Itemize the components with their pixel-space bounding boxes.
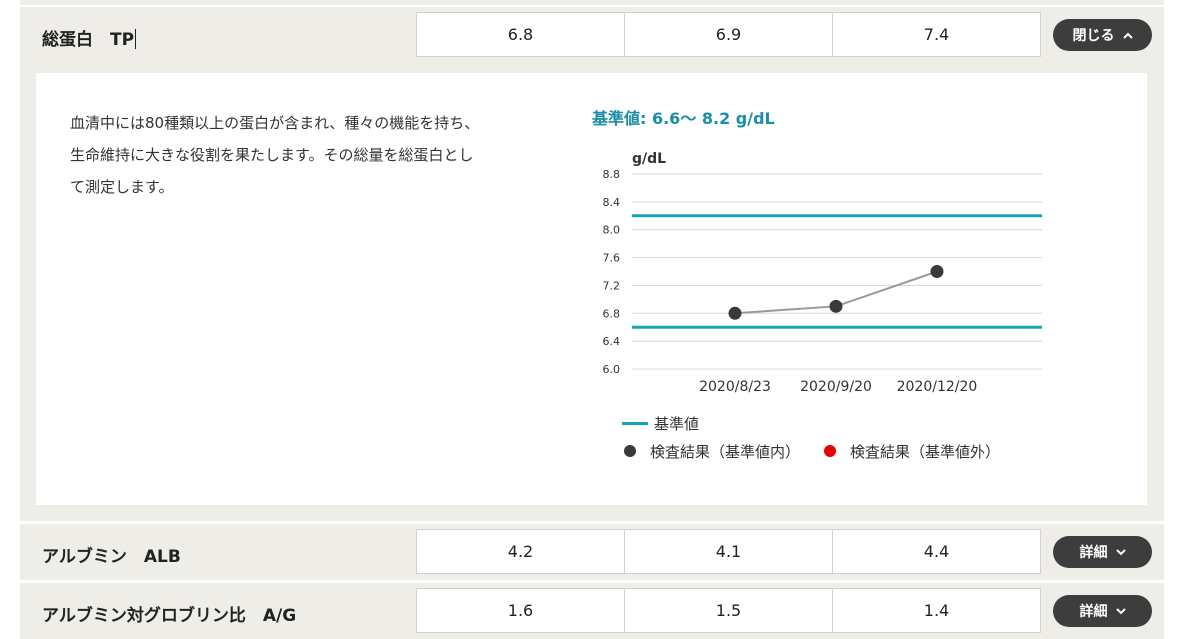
legend-item-reference: 基準値 <box>622 409 1000 437</box>
description-line: 生命維持に大きな役割を果たします。その総量を総蛋白とし <box>70 146 474 164</box>
detail-button[interactable]: 詳細 <box>1053 595 1152 627</box>
value-cell: 1.6 <box>416 588 625 633</box>
dot-outside-icon <box>824 445 837 457</box>
data-point <box>829 299 843 313</box>
detail-panel: 血清中には80種類以上の蛋白が含まれ、種々の機能を持ち、 生命維持に大きな役割を… <box>36 73 1147 505</box>
value-cell: 6.9 <box>624 12 833 57</box>
value-cell: 1.5 <box>624 588 833 633</box>
row-label: 総蛋白 TP <box>42 29 137 50</box>
result-row-ag: アルブミン対グロブリン比 A/G 1.6 1.5 1.4 詳細 <box>20 583 1164 639</box>
value-cells: 4.2 4.1 4.4 <box>416 529 1041 574</box>
x-tick-label: 2020/9/20 <box>800 379 872 395</box>
value-cell: 6.8 <box>416 12 625 57</box>
chevron-down-icon <box>1115 605 1126 618</box>
button-label: 詳細 <box>1079 545 1108 561</box>
chart-legend: 基準値 検査結果（基準値内） 検査結果（基準値外） <box>622 409 1000 465</box>
button-label: 詳細 <box>1079 604 1108 620</box>
y-axis-label: g/dL <box>632 151 666 167</box>
legend-label: 検査結果（基準値内） <box>650 442 801 461</box>
detail-button[interactable]: 詳細 <box>1053 536 1152 568</box>
data-point <box>728 306 742 320</box>
value-cells: 6.8 6.9 7.4 <box>416 12 1041 57</box>
value-cell: 4.2 <box>416 529 625 574</box>
trend-chart: g/dL 6.0 6.4 6.8 7.2 7.6 8.0 8.4 8.8 2020/8/23 202… <box>603 151 1042 395</box>
chevron-down-icon <box>1115 546 1126 559</box>
value-cell: 1.4 <box>832 588 1041 633</box>
reference-range-title: 基準値: 6.6〜 8.2 g/dL <box>592 109 775 128</box>
description-line: 血清中には80種類以上の蛋白が含まれ、種々の機能を持ち、 <box>70 114 480 132</box>
result-row-alb: アルブミン ALB 4.2 4.1 4.4 詳細 <box>20 524 1164 580</box>
y-tick-label: 8.0 <box>603 224 621 237</box>
legend-label: 基準値 <box>654 414 700 433</box>
close-button[interactable]: 閉じる <box>1053 19 1152 51</box>
y-tick-label: 7.2 <box>603 279 621 292</box>
description: 血清中には80種類以上の蛋白が含まれ、種々の機能を持ち、 生命維持に大きな役割を… <box>70 107 560 203</box>
value-cell: 4.4 <box>832 529 1041 574</box>
x-tick-label: 2020/12/20 <box>897 379 978 395</box>
legend-label: 検査結果（基準値外） <box>850 442 1001 461</box>
y-tick-label: 8.4 <box>603 196 621 209</box>
y-tick-label: 6.8 <box>603 307 621 320</box>
y-tick-label: 8.8 <box>603 168 621 181</box>
x-tick-label: 2020/8/23 <box>699 379 771 395</box>
y-tick-label: 6.0 <box>603 363 621 376</box>
value-cell: 7.4 <box>832 12 1041 57</box>
result-row-tp: 総蛋白 TP 6.8 6.9 7.4 閉じる 血清中には80種類以上の蛋白が含ま… <box>20 7 1164 521</box>
value-cells: 1.6 1.5 1.4 <box>416 588 1041 633</box>
top-divider <box>20 0 1164 5</box>
legend-item-results: 検査結果（基準値内） 検査結果（基準値外） <box>622 437 1000 465</box>
description-line: て測定します。 <box>70 178 174 196</box>
results-list: 総蛋白 TP 6.8 6.9 7.4 閉じる 血清中には80種類以上の蛋白が含ま… <box>20 0 1164 639</box>
data-point <box>930 265 944 278</box>
button-label: 閉じる <box>1072 28 1115 44</box>
dot-within-icon <box>624 445 636 457</box>
y-tick-label: 6.4 <box>603 335 621 348</box>
text-caret <box>135 29 137 49</box>
value-cell: 4.1 <box>624 529 833 574</box>
chevron-up-icon <box>1122 29 1133 42</box>
row-label: アルブミン対グロブリン比 A/G <box>42 606 297 626</box>
row-label: アルブミン ALB <box>42 547 181 567</box>
y-tick-label: 7.6 <box>603 252 621 265</box>
reference-line-swatch <box>622 421 648 425</box>
